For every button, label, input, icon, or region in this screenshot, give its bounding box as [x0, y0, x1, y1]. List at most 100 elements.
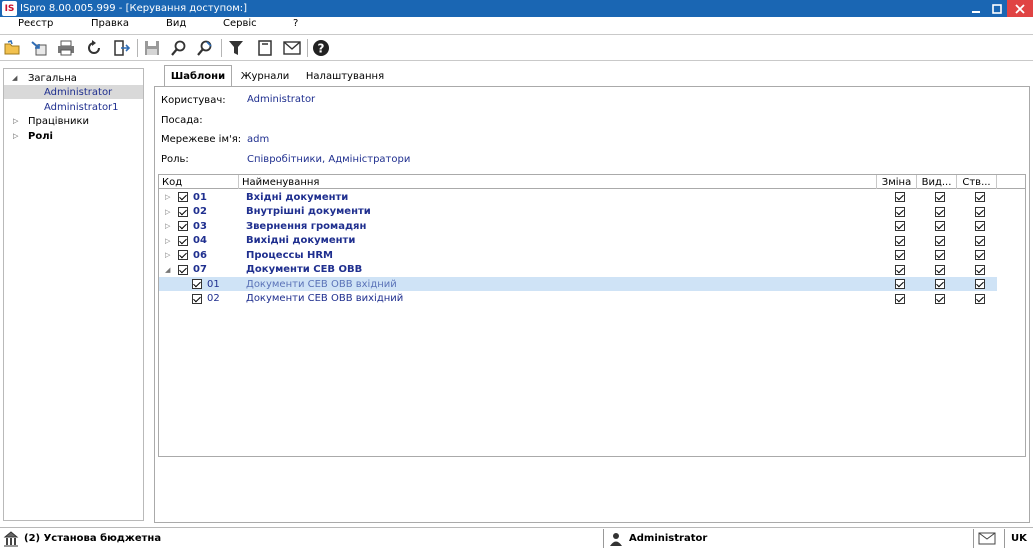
collapsed-arrow-icon[interactable]: ▷ [165, 234, 170, 248]
open-button[interactable] [2, 38, 24, 58]
permission-change-checkbox[interactable] [895, 221, 905, 231]
permission-view-checkbox[interactable] [935, 192, 945, 202]
table-row[interactable]: ▷ 02 Внутрішні документи [159, 205, 1025, 219]
user-label: Користувач: [161, 95, 226, 106]
maximize-button[interactable] [986, 0, 1007, 17]
row-name: Вхідні документи [246, 191, 349, 203]
permission-create-checkbox[interactable] [975, 192, 985, 202]
permission-view-checkbox[interactable] [935, 206, 945, 217]
permission-change-checkbox[interactable] [895, 235, 905, 246]
collapsed-arrow-icon[interactable]: ▷ [165, 248, 170, 262]
permission-create-checkbox[interactable] [975, 221, 985, 231]
close-button[interactable] [1007, 0, 1033, 17]
permission-change-checkbox[interactable] [895, 264, 905, 275]
collapsed-arrow-icon[interactable]: ▷ [165, 190, 170, 204]
row-checkbox[interactable] [192, 279, 202, 289]
row-checkbox[interactable] [178, 206, 188, 217]
table-row[interactable]: ◢ 07 Документи СЕВ ОВВ [159, 263, 1025, 277]
table-row[interactable]: 01 Документи СЕВ ОВВ вхідний [159, 277, 1025, 291]
help-button[interactable]: ? [310, 38, 332, 58]
menu-view[interactable]: Вид [166, 18, 186, 29]
row-checkbox[interactable] [178, 221, 188, 231]
messages-button[interactable] [978, 528, 996, 548]
exit-button[interactable] [111, 38, 133, 58]
save-button[interactable] [141, 38, 163, 58]
permission-cell [935, 234, 945, 248]
table-row[interactable]: ▷ 06 Процессы HRM [159, 248, 1025, 262]
permission-change-checkbox[interactable] [895, 206, 905, 217]
expanded-arrow-icon[interactable]: ◢ [12, 74, 17, 82]
minimize-icon [971, 10, 980, 13]
tab-journals[interactable]: Журнали [234, 67, 296, 86]
search-next-button[interactable] [194, 38, 216, 58]
table-row[interactable]: 02 Документи СЕВ ОВВ вихідний [159, 292, 1025, 306]
permission-create-checkbox[interactable] [975, 250, 985, 260]
column-header-change[interactable]: Зміна [877, 175, 917, 189]
expanded-arrow-icon[interactable]: ◢ [165, 263, 170, 277]
row-checkbox[interactable] [178, 192, 188, 202]
menu-edit[interactable]: Правка [91, 18, 129, 29]
status-bar: (2) Установа бюджетна Administrator UK [0, 527, 1033, 548]
table-row[interactable]: ▷ 03 Звернення громадян [159, 219, 1025, 233]
permission-view-checkbox[interactable] [935, 264, 945, 275]
minimize-button[interactable] [965, 0, 986, 17]
tree-item-roles[interactable]: ▷ Ролі [4, 129, 143, 143]
permission-cell [935, 277, 945, 291]
permission-cell [975, 190, 985, 204]
tab-settings[interactable]: Налаштування [302, 67, 388, 86]
tree-item-administrator1[interactable]: Administrator1 [4, 100, 143, 114]
permission-create-checkbox[interactable] [975, 279, 985, 289]
collapsed-arrow-icon[interactable]: ▷ [165, 219, 170, 233]
column-header-create[interactable]: Ств... [957, 175, 997, 189]
permission-create-checkbox[interactable] [975, 264, 985, 275]
permission-cell [935, 248, 945, 262]
permission-change-checkbox[interactable] [895, 192, 905, 202]
tree-item-workers[interactable]: ▷ Працівники [4, 114, 143, 128]
permission-create-checkbox[interactable] [975, 293, 985, 304]
search-button[interactable] [168, 38, 190, 58]
filter-button[interactable] [225, 38, 247, 58]
splitter[interactable] [147, 62, 153, 523]
permission-change-checkbox[interactable] [895, 293, 905, 304]
permission-cell [895, 277, 905, 291]
tree-item-general[interactable]: ◢ Загальна [4, 71, 143, 85]
row-checkbox[interactable] [178, 264, 188, 275]
row-checkbox[interactable] [192, 293, 202, 304]
language-indicator[interactable]: UK [1011, 528, 1027, 548]
permission-cell [895, 190, 905, 204]
row-checkbox[interactable] [178, 250, 188, 260]
menu-service[interactable]: Сервіс [223, 18, 257, 29]
collapsed-arrow-icon[interactable]: ▷ [13, 117, 18, 125]
menu-registry[interactable]: Реєстр [18, 18, 53, 29]
tab-templates[interactable]: Шаблони [164, 65, 232, 87]
permission-cell [935, 219, 945, 233]
status-user: Administrator [629, 533, 708, 544]
permission-view-checkbox[interactable] [935, 250, 945, 260]
mail-button[interactable] [281, 38, 303, 58]
tree-item-label: Загальна [28, 72, 77, 84]
table-row[interactable]: ▷ 04 Вихідні документи [159, 234, 1025, 248]
permission-view-checkbox[interactable] [935, 221, 945, 231]
collapsed-arrow-icon[interactable]: ▷ [165, 205, 170, 219]
permission-change-checkbox[interactable] [895, 250, 905, 260]
permission-view-checkbox[interactable] [935, 279, 945, 289]
menu-help[interactable]: ? [293, 18, 298, 29]
refresh-button[interactable] [83, 38, 105, 58]
print-button[interactable] [55, 38, 77, 58]
permission-view-checkbox[interactable] [935, 293, 945, 304]
permission-create-checkbox[interactable] [975, 206, 985, 217]
document-button[interactable] [254, 38, 276, 58]
column-header-view[interactable]: Вид... [917, 175, 957, 189]
permission-cell [895, 234, 905, 248]
collapsed-arrow-icon[interactable]: ▷ [13, 132, 18, 140]
permission-view-checkbox[interactable] [935, 235, 945, 246]
netname-label: Мережеве ім'я: [161, 134, 242, 145]
tree-item-administrator[interactable]: Administrator [4, 85, 143, 99]
import-button[interactable] [28, 38, 50, 58]
permission-change-checkbox[interactable] [895, 279, 905, 289]
column-header-code[interactable]: Код [159, 175, 239, 189]
row-checkbox[interactable] [178, 235, 188, 246]
column-header-name[interactable]: Найменування [239, 175, 877, 189]
permission-create-checkbox[interactable] [975, 235, 985, 246]
table-row[interactable]: ▷ 01 Вхідні документи [159, 190, 1025, 204]
